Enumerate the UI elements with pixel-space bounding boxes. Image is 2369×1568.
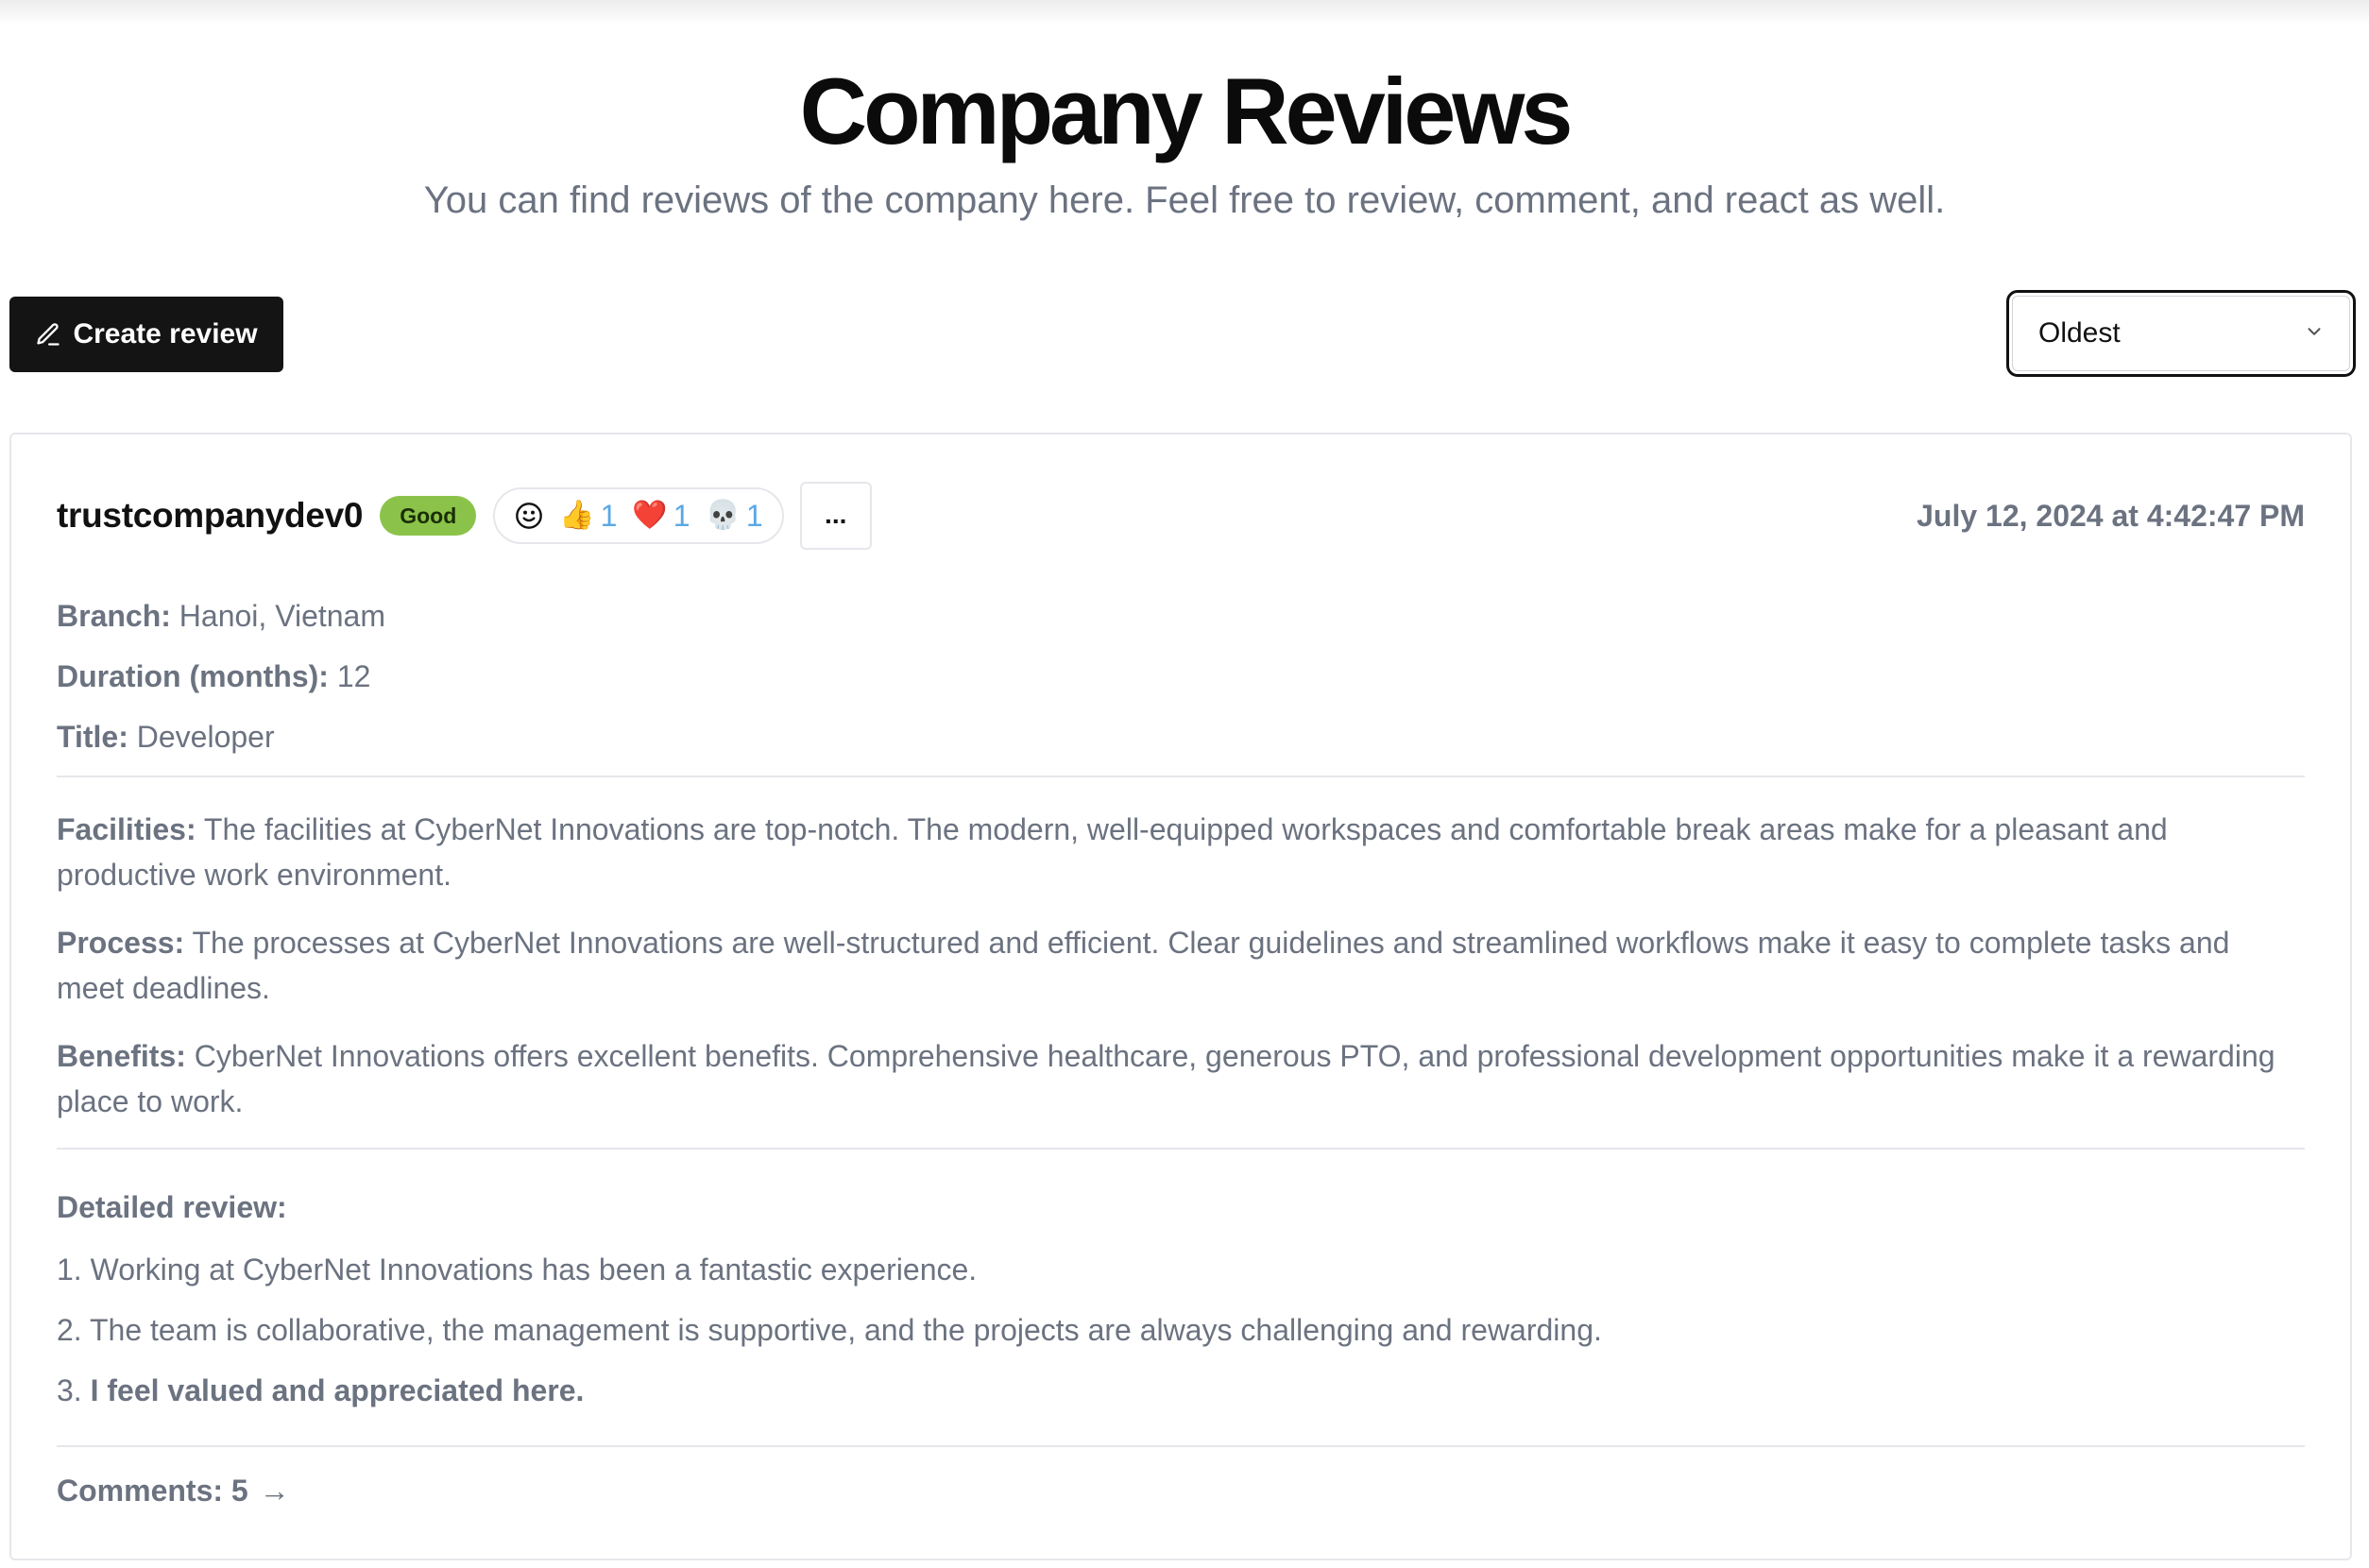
facilities-label: Facilities:	[57, 812, 196, 846]
review-timestamp: July 12, 2024 at 4:42:47 PM	[1917, 498, 2305, 533]
sort-select[interactable]: Oldest	[2006, 290, 2356, 377]
process-text: The processes at CyberNet Innovations ar…	[57, 926, 2230, 1005]
page-title: Company Reviews	[799, 59, 1574, 163]
benefits-paragraph: Benefits: CyberNet Innovations offers ex…	[57, 1033, 2305, 1124]
divider	[57, 1445, 2305, 1447]
review-card: trustcompanydev0 Good 👍 1 ❤️ 1 💀 1 ... J…	[9, 433, 2352, 1560]
arrow-right-icon: →	[259, 1474, 290, 1508]
title-label: Title:	[57, 720, 128, 754]
duration-value: 12	[336, 659, 371, 693]
reaction-skull[interactable]: 💀 1	[706, 499, 763, 534]
branch-line: Branch: Hanoi, Vietnam	[57, 586, 2305, 646]
benefits-text: CyberNet Innovations offers excellent be…	[57, 1039, 2275, 1118]
branch-value: Hanoi, Vietnam	[179, 599, 385, 633]
reaction-count: 1	[745, 498, 763, 533]
reaction-count: 1	[673, 498, 690, 533]
review-meta: Branch: Hanoi, Vietnam Duration (months)…	[57, 586, 2305, 767]
list-number: 1.	[57, 1253, 82, 1287]
detailed-review: Detailed review:	[57, 1185, 2305, 1230]
add-reaction-smiley-icon[interactable]	[514, 501, 544, 531]
reaction-count: 1	[600, 498, 618, 533]
chevron-down-icon	[2304, 317, 2325, 349]
list-number: 2.	[57, 1313, 82, 1347]
divider	[57, 775, 2305, 777]
list-text: The team is collaborative, the managemen…	[90, 1313, 1602, 1347]
create-review-button[interactable]: Create review	[9, 297, 283, 372]
facilities-paragraph: Facilities: The facilities at CyberNet I…	[57, 807, 2305, 897]
heart-icon: ❤️	[632, 500, 668, 531]
list-number: 3.	[57, 1373, 82, 1407]
reactions-bar: 👍 1 ❤️ 1 💀 1	[493, 487, 784, 544]
process-paragraph: Process: The processes at CyberNet Innov…	[57, 920, 2305, 1011]
more-options-button[interactable]: ...	[799, 482, 872, 550]
comments-link[interactable]: Comments: 5 →	[57, 1474, 290, 1508]
duration-label: Duration (months):	[57, 659, 329, 693]
sort-select-value: Oldest	[2038, 317, 2121, 349]
reaction-thumbs-up[interactable]: 👍 1	[559, 499, 617, 534]
top-shadow	[0, 0, 2369, 25]
review-card-header: trustcompanydev0 Good 👍 1 ❤️ 1 💀 1 ... J…	[57, 482, 2305, 550]
list-text-bold: I feel valued and appreciated here.	[90, 1373, 585, 1407]
title-line: Title: Developer	[57, 707, 2305, 767]
title-value: Developer	[136, 720, 275, 754]
detailed-review-list: 1. Working at CyberNet Innovations has b…	[57, 1239, 2305, 1421]
detailed-review-label: Detailed review:	[57, 1190, 287, 1224]
create-review-label: Create review	[73, 318, 258, 349]
benefits-label: Benefits:	[57, 1039, 186, 1073]
pencil-icon	[35, 321, 61, 348]
list-item: 1. Working at CyberNet Innovations has b…	[57, 1239, 2305, 1300]
review-sections: Facilities: The facilities at CyberNet I…	[57, 807, 2305, 1147]
comments-count: Comments: 5	[57, 1474, 248, 1508]
thumbs-up-icon: 👍	[559, 500, 595, 531]
list-item: 3. I feel valued and appreciated here.	[57, 1360, 2305, 1421]
list-item: 2. The team is collaborative, the manage…	[57, 1300, 2305, 1360]
list-text: Working at CyberNet Innovations has been…	[90, 1253, 978, 1287]
page-subtitle: You can find reviews of the company here…	[423, 179, 1946, 221]
page-header: Company Reviews You can find reviews of …	[0, 55, 2369, 225]
duration-line: Duration (months): 12	[57, 646, 2305, 707]
rating-badge: Good	[380, 496, 477, 536]
review-author[interactable]: trustcompanydev0	[57, 496, 364, 536]
reaction-heart[interactable]: ❤️ 1	[632, 499, 690, 534]
branch-label: Branch:	[57, 599, 171, 633]
process-label: Process:	[57, 926, 185, 960]
divider	[57, 1148, 2305, 1150]
skull-icon: 💀	[705, 500, 741, 531]
facilities-text: The facilities at CyberNet Innovations a…	[57, 812, 2168, 892]
